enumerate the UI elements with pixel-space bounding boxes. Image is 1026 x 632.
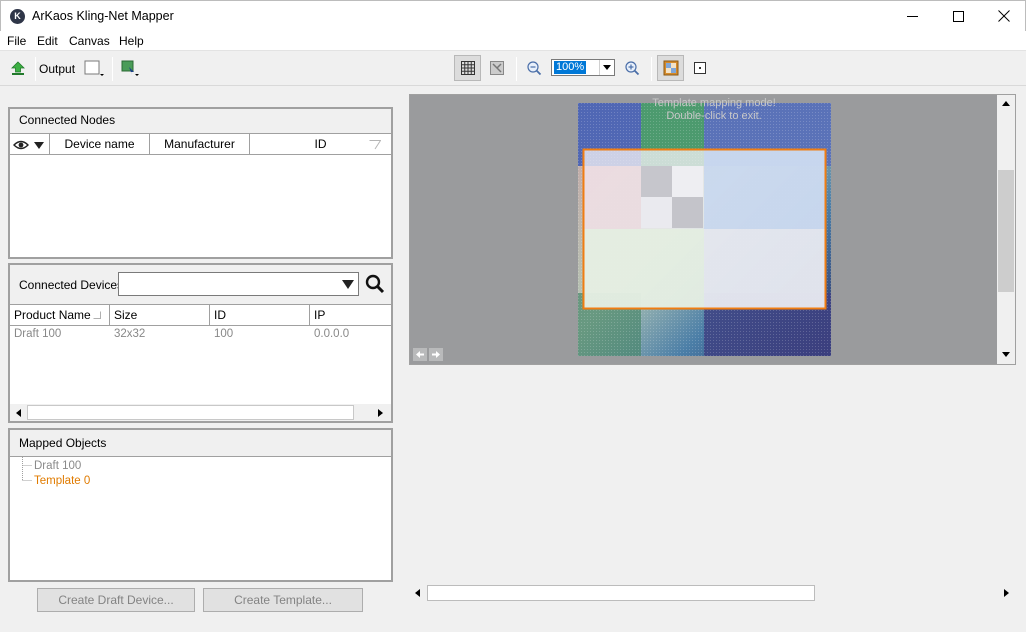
minimize-button[interactable] — [889, 1, 935, 31]
connected-devices-table[interactable]: Product Name Size ID IP Draft 100 32x32 … — [10, 304, 391, 421]
output-selector-button[interactable] — [82, 56, 106, 80]
template-mode-notice: Template mapping mode! Double-click to e… — [630, 97, 798, 123]
create-draft-device-button[interactable]: Create Draft Device... — [37, 588, 195, 612]
zoom-value: 100% — [554, 61, 587, 74]
menu-canvas[interactable]: Canvas — [69, 34, 110, 48]
template-view-button[interactable] — [657, 55, 684, 81]
output-dropdown-icon — [84, 60, 104, 76]
mapped-objects-tree[interactable]: Draft 100 Template 0 — [10, 456, 391, 580]
scroll-thumb[interactable] — [27, 405, 354, 420]
mapped-objects-panel: Mapped Objects Draft 100 Template 0 — [8, 428, 393, 582]
output-label: Output — [39, 62, 76, 76]
frame-icon — [694, 62, 706, 74]
search-icon — [365, 274, 385, 294]
cell-id: 100 — [214, 328, 234, 340]
eye-icon — [13, 140, 44, 150]
zoom-in-icon — [625, 61, 640, 76]
notice-line-1: Template mapping mode! — [652, 97, 776, 109]
horizontal-scrollbar[interactable] — [10, 404, 391, 421]
zoom-combobox[interactable]: 100% — [551, 59, 615, 76]
column-device-name[interactable]: Device name — [50, 134, 150, 155]
notice-line-2: Double-click to exit. — [666, 110, 762, 122]
connected-nodes-panel: Connected Nodes Device name Manufacturer… — [8, 107, 393, 259]
canvas-artwork — [578, 103, 831, 356]
scroll-down-arrow-icon[interactable] — [997, 346, 1014, 363]
zoom-out-icon — [527, 61, 542, 76]
connected-devices-title: Connected Devices — [19, 278, 124, 292]
snap-icon — [490, 61, 504, 75]
close-button[interactable] — [981, 1, 1026, 31]
sort-ascending-icon — [93, 311, 101, 319]
scroll-left-arrow-icon[interactable] — [10, 404, 27, 421]
sort-indicator-icon — [369, 140, 381, 150]
arrow-left-icon — [416, 351, 424, 358]
menu-file[interactable]: File — [7, 34, 26, 48]
menu-edit[interactable]: Edit — [37, 34, 58, 48]
menu-bar: File Edit Canvas Help — [0, 31, 1026, 51]
scroll-right-arrow-icon[interactable] — [998, 584, 1015, 601]
chevron-down-icon — [342, 280, 354, 289]
canvas-horizontal-scrollbar[interactable] — [409, 584, 1016, 602]
maximize-icon — [952, 10, 964, 22]
title-bar: K ArKaos Kling-Net Mapper — [0, 0, 1026, 31]
horizontal-scroll-thumb[interactable] — [427, 585, 815, 601]
zoom-in-button[interactable] — [620, 56, 644, 80]
scroll-up-arrow-icon[interactable] — [997, 95, 1014, 112]
visibility-column[interactable] — [10, 134, 50, 155]
mapped-objects-title: Mapped Objects — [19, 436, 107, 450]
arrow-right-icon — [432, 351, 440, 358]
upload-button[interactable] — [6, 56, 30, 80]
scroll-left-arrow-icon[interactable] — [409, 584, 426, 601]
window-title: ArKaos Kling-Net Mapper — [32, 9, 174, 23]
connected-nodes-list[interactable]: Device name Manufacturer ID — [10, 133, 391, 257]
menu-help[interactable]: Help — [119, 34, 144, 48]
maximize-button[interactable] — [935, 1, 981, 31]
chevron-down-icon[interactable] — [599, 60, 614, 75]
minimize-icon — [906, 15, 918, 17]
column-device-id[interactable]: ID — [210, 305, 310, 326]
column-ip[interactable]: IP — [310, 305, 391, 326]
cell-size: 32x32 — [114, 328, 146, 340]
template-icon — [663, 60, 678, 76]
canvas-image — [578, 103, 831, 356]
device-add-icon — [121, 60, 139, 76]
grid-icon — [460, 61, 475, 75]
tree-item-template[interactable]: Template 0 — [34, 475, 90, 487]
add-device-button[interactable] — [118, 56, 142, 80]
search-button[interactable] — [365, 274, 385, 294]
connected-nodes-title: Connected Nodes — [19, 113, 116, 127]
column-manufacturer[interactable]: Manufacturer — [150, 134, 250, 155]
upload-arrow-icon — [11, 61, 25, 75]
cell-ip: 0.0.0.0 — [314, 328, 350, 340]
create-template-button[interactable]: Create Template... — [203, 588, 363, 612]
table-row[interactable]: Draft 100 32x32 100 0.0.0.0 — [10, 327, 391, 343]
column-size[interactable]: Size — [110, 305, 210, 326]
canvas-vertical-scrollbar[interactable] — [997, 95, 1015, 364]
grid-view-button[interactable] — [454, 55, 481, 81]
device-filter-combobox[interactable] — [118, 272, 359, 296]
arkaos-logo-icon: K — [10, 9, 25, 24]
scroll-right-arrow-icon[interactable] — [372, 404, 389, 421]
tree-lines — [22, 457, 32, 481]
zoom-out-button[interactable] — [522, 56, 546, 80]
fit-view-button[interactable] — [688, 56, 712, 80]
toolbar: Output — [0, 51, 1026, 86]
tree-item-draft[interactable]: Draft 100 — [34, 460, 81, 472]
pan-left-button[interactable] — [413, 348, 427, 361]
mapping-canvas[interactable]: Template mapping mode! Double-click to e… — [409, 94, 1016, 365]
snap-button[interactable] — [485, 56, 509, 80]
vertical-scroll-thumb[interactable] — [998, 170, 1014, 292]
connected-devices-panel: Connected Devices Product Name Size ID I… — [8, 263, 393, 423]
close-icon — [998, 10, 1010, 22]
pan-right-button[interactable] — [429, 348, 443, 361]
cell-product: Draft 100 — [14, 328, 62, 340]
